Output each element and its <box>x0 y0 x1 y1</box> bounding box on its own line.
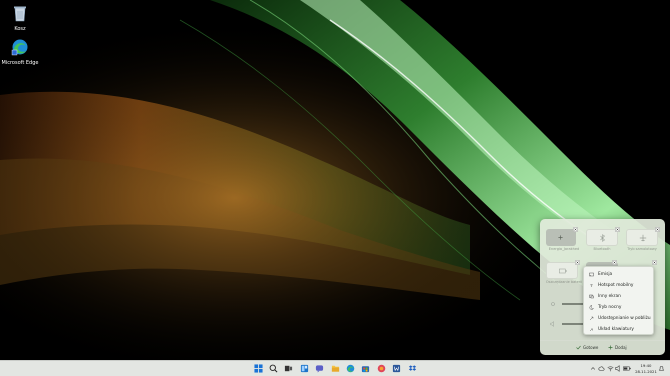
quick-settings-footer: Gotowe Dodaj <box>540 340 665 356</box>
widgets-icon[interactable] <box>300 364 309 373</box>
battery-icon <box>559 268 567 274</box>
unpin-icon[interactable] <box>652 260 657 265</box>
menu-item-hotspot[interactable]: Hotspot mobilny <box>586 280 652 290</box>
tile-label-battery-saver: Energia_Jarakhed <box>548 247 580 251</box>
unpin-icon[interactable] <box>655 227 660 232</box>
battery-icon[interactable] <box>623 364 631 373</box>
airplane-icon <box>639 234 647 242</box>
menu-item-nearby-share[interactable]: Udostępnianie w pobliżu <box>586 313 652 323</box>
unpin-icon[interactable] <box>615 227 620 232</box>
battery-saver-icon <box>558 235 563 240</box>
desktop-icon-label: Microsoft Edge <box>1 60 39 66</box>
night-light-icon <box>589 304 594 310</box>
start-icon[interactable] <box>254 364 263 373</box>
add-button[interactable]: Dodaj <box>608 345 627 350</box>
checkmark-icon <box>576 345 581 350</box>
menu-item-keyboard-layout[interactable]: Układ klawiatury <box>586 324 652 334</box>
dropbox-icon[interactable] <box>408 364 417 373</box>
file-explorer-icon[interactable] <box>331 364 340 373</box>
wifi-icon[interactable] <box>607 364 614 373</box>
desktop-icon-recycle-bin[interactable]: Kosz <box>0 4 40 32</box>
menu-item-label: Tryb nocny <box>598 304 622 310</box>
menu-item-night-light[interactable]: Tryb nocny <box>586 302 652 312</box>
clock-time[interactable]: 19:40 <box>634 363 658 368</box>
task-view-icon[interactable] <box>284 364 293 373</box>
bluetooth-icon <box>600 234 605 242</box>
edge-icon[interactable] <box>346 364 355 373</box>
done-button[interactable]: Gotowe <box>576 345 598 350</box>
clock-date[interactable]: 28.11.2021 <box>634 369 658 374</box>
tile-label-airplane-mode: Tryb samolotowy <box>627 247 657 251</box>
desktop-icon-label: Kosz <box>14 26 26 32</box>
add-button-label: Dodaj <box>615 345 627 350</box>
done-button-label: Gotowe <box>583 345 599 350</box>
chat-icon[interactable] <box>315 364 324 373</box>
taskbar: 19:40 28.11.2021 <box>0 360 670 376</box>
menu-item-label: Hotspot mobilny <box>598 282 634 288</box>
tile-bluetooth[interactable] <box>586 229 618 246</box>
keyboard-layout-icon <box>589 327 594 331</box>
unpin-icon[interactable] <box>573 227 578 232</box>
menu-item-project[interactable]: Inny ekran <box>586 291 652 301</box>
desktop-icon-edge[interactable]: Microsoft Edge <box>0 38 40 66</box>
mail-icon[interactable] <box>377 364 386 373</box>
nearby-share-icon <box>589 316 594 320</box>
word-icon[interactable] <box>392 364 401 373</box>
cast-icon <box>589 272 594 276</box>
tile-label-bluetooth: Bluetooth <box>593 247 611 251</box>
menu-item-label: Układ klawiatury <box>598 326 634 332</box>
tile-battery-saver[interactable] <box>546 229 576 246</box>
unpin-icon[interactable] <box>612 260 617 265</box>
menu-item-cast[interactable]: Emisja <box>586 269 652 279</box>
cloud-icon[interactable] <box>598 364 605 373</box>
hotspot-icon <box>590 283 593 286</box>
project-icon <box>589 294 594 298</box>
unpin-icon[interactable] <box>575 260 580 265</box>
edge-icon <box>11 39 28 56</box>
search-icon[interactable] <box>269 364 278 373</box>
menu-item-label: Emisja <box>598 271 613 277</box>
volume-icon <box>550 321 554 327</box>
menu-item-label: Udostępnianie w pobliżu <box>598 315 651 321</box>
notification-icon[interactable] <box>658 364 665 373</box>
tile-label-battery: Oszczędzanie baterii <box>545 280 583 284</box>
store-icon[interactable] <box>361 364 370 373</box>
chevron-up-icon[interactable] <box>590 364 596 373</box>
tile-battery[interactable] <box>546 262 578 279</box>
tile-airplane-mode[interactable] <box>626 229 658 246</box>
menu-item-label: Inny ekran <box>598 293 621 299</box>
recycle-bin-icon <box>14 6 26 22</box>
volume-icon[interactable] <box>615 364 622 373</box>
plus-icon <box>608 345 613 350</box>
brightness-icon <box>551 302 555 306</box>
add-tile-menu: Emisja Hotspot mobilny Inny ekran Tryb n… <box>583 266 654 335</box>
